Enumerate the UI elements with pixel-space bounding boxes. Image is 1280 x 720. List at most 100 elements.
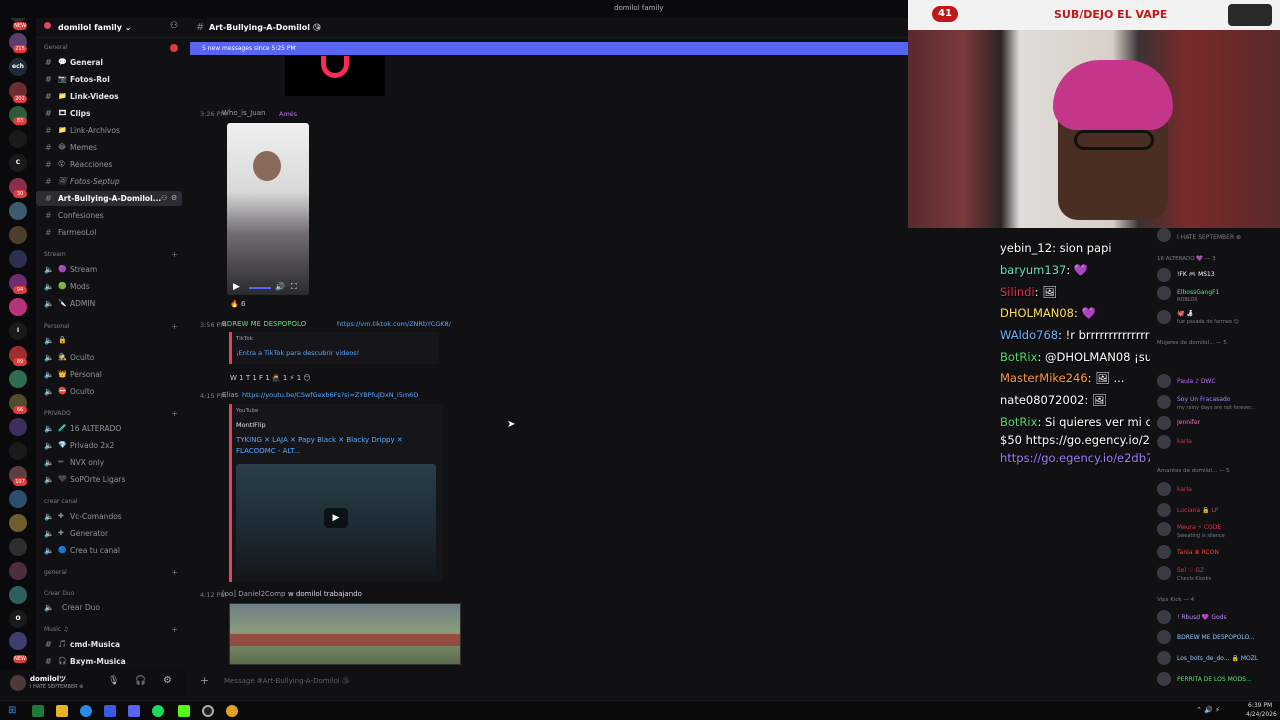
voice-channel-generator[interactable]: 🔈 ✚ Generator	[36, 526, 182, 541]
member-name[interactable]: Luciana 🔒 LP	[1177, 507, 1277, 514]
member-name[interactable]: PERRITA DE LOS MODS...	[1177, 676, 1277, 683]
server-icon[interactable]	[9, 298, 27, 316]
member-name[interactable]: Soy Un Fracasado	[1177, 396, 1277, 403]
microphone-icon[interactable]: 🎙	[108, 676, 119, 686]
system-tray-icons[interactable]: ⌃ 🔊 ⚡	[1196, 706, 1220, 714]
server-icon[interactable]: ech	[9, 58, 27, 76]
voice-channel-personal[interactable]: 🔈 👑 Personal	[36, 367, 182, 382]
voice-channel-alterado[interactable]: 🔈 🧪 16 ALTERADO	[36, 421, 182, 436]
voice-channel-vc-comandos[interactable]: 🔈 ✚ Vc-Comandos	[36, 509, 182, 524]
message-link[interactable]: https://vm.tiktok.com/ZNRbYCGK8/	[337, 320, 451, 328]
server-icon[interactable]	[9, 632, 27, 650]
message-author[interactable]: [oo] Daniel2Comp	[222, 590, 285, 598]
server-icon[interactable]	[9, 130, 27, 148]
server-header[interactable]: domilol family ⌄ ⚇	[36, 18, 186, 38]
member-name[interactable]: BDREW ME DESPOPOLO...	[1177, 634, 1277, 641]
voice-channel-oculto[interactable]: 🔈 🕵 Oculto	[36, 350, 182, 365]
category-crear-canal[interactable]: crear canal	[44, 498, 78, 505]
video-thumbnail[interactable]: ▶	[236, 464, 436, 576]
category-personal[interactable]: Personal	[44, 323, 70, 330]
server-icon[interactable]	[9, 442, 27, 460]
chrome-icon[interactable]	[226, 705, 238, 717]
taskbar-app-icon[interactable]	[104, 705, 116, 717]
member-name[interactable]: karla	[1177, 486, 1277, 493]
voice-channel-mods[interactable]: 🔈 🟢 Mods	[36, 279, 182, 294]
spotify-icon[interactable]	[152, 705, 164, 717]
avatar[interactable]	[1157, 435, 1171, 449]
server-icon[interactable]	[9, 202, 27, 220]
message-author[interactable]: Elias	[222, 391, 238, 399]
channel-reacciones[interactable]: # 😮 Reacciones	[36, 157, 182, 172]
avatar[interactable]	[1157, 268, 1171, 282]
server-icon[interactable]	[9, 250, 27, 268]
kick-icon[interactable]	[178, 705, 190, 717]
chat-text[interactable]: https://go.egency.io/e2db7588	[1000, 451, 1175, 465]
category-music[interactable]: Music ♫	[44, 626, 68, 633]
member-name[interactable]: Paula ♪ DWC	[1177, 378, 1277, 385]
member-name[interactable]: ! Rbusd 💜 Gods	[1177, 614, 1277, 621]
discord-icon[interactable]	[128, 705, 140, 717]
category-general[interactable]: General	[44, 44, 68, 51]
avatar[interactable]	[1157, 651, 1171, 665]
add-channel-icon[interactable]: +	[171, 322, 178, 331]
avatar[interactable]	[1157, 630, 1171, 644]
headphones-icon[interactable]: 🎧	[135, 676, 146, 686]
channel-confesiones[interactable]: # Confesiones	[36, 208, 182, 223]
voice-channel-crear-duo[interactable]: 🔈 Crear Duo	[36, 600, 182, 615]
member-name[interactable]: !FK 🎮 MS13	[1177, 271, 1277, 278]
message-link[interactable]: https://youtu.be/CSwfGexb6Fs?si=ZYBPfuJD…	[242, 391, 418, 399]
channel-cmd-musica[interactable]: # 🎵 cmd-Musica	[36, 637, 182, 652]
channel-bxym-musica[interactable]: # 🎧 Bxym-Musica	[36, 654, 182, 669]
avatar[interactable]	[1157, 416, 1171, 430]
embed-title[interactable]: ¡Entra a TikTok para descubrir videos!	[236, 349, 359, 357]
message-author[interactable]: Who_is_Juan	[222, 109, 265, 117]
channel-link-archivos[interactable]: # 📁 Link-Archivos	[36, 123, 182, 138]
play-icon[interactable]: ▶	[324, 508, 348, 528]
play-icon[interactable]: ▶	[233, 282, 240, 292]
server-icon[interactable]	[9, 370, 27, 388]
member-name[interactable]: 🐙 🍶	[1177, 310, 1277, 317]
reactions[interactable]: W 1 T 1 F 1 🥷 1 ⚡ 1 😶	[230, 374, 311, 382]
invite-icon[interactable]: ⚇	[161, 191, 167, 206]
avatar[interactable]	[1157, 286, 1171, 300]
voice-channel-privado[interactable]: 🔈 💎 Privado 2x2	[36, 438, 182, 453]
obs-icon[interactable]	[202, 705, 214, 717]
channel-link-videos[interactable]: # 📁 Link-Videos	[36, 89, 182, 104]
add-channel-icon[interactable]: +	[171, 409, 178, 418]
avatar[interactable]	[1157, 310, 1171, 324]
avatar[interactable]	[1157, 395, 1171, 409]
image-attachment[interactable]	[285, 56, 385, 96]
volume-icon[interactable]: 🔊	[275, 282, 285, 291]
voice-channel-stream[interactable]: 🔈 🟣 Stream	[36, 262, 182, 277]
voice-channel-locked[interactable]: 🔈 🔒	[36, 333, 182, 348]
embed-title[interactable]: TYKING ✕ LAJA ✕ Papy Black ✕ Blacky Drip…	[236, 435, 436, 457]
member-name[interactable]: ElbossGangF1	[1177, 289, 1277, 296]
channel-fotos-septup[interactable]: # 🖼 Fotos-Septup	[36, 174, 182, 189]
avatar[interactable]	[1157, 522, 1171, 536]
new-messages-banner[interactable]: 5 new messages since 5:25 PM	[190, 42, 908, 55]
channel-art-bullying[interactable]: # Art-Bullying-A-Domilol... ⚇ ⚙	[36, 191, 182, 206]
server-icon[interactable]: C	[9, 154, 27, 172]
windows-start-icon[interactable]: ⊞	[8, 705, 20, 717]
server-icon[interactable]: I	[9, 322, 27, 340]
fullscreen-icon[interactable]: ⛶	[291, 282, 297, 292]
file-explorer-icon[interactable]	[56, 705, 68, 717]
server-icon[interactable]	[9, 538, 27, 556]
member-name[interactable]: Jennifer	[1177, 419, 1277, 426]
avatar[interactable]	[1157, 545, 1171, 559]
avatar[interactable]	[1157, 374, 1171, 388]
voice-channel-crea-tu-canal[interactable]: 🔈 🔵 Crea tu canal	[36, 543, 182, 558]
server-icon[interactable]	[9, 586, 27, 604]
taskbar-app-icon[interactable]	[32, 705, 44, 717]
server-icon[interactable]	[9, 562, 27, 580]
server-icon[interactable]	[9, 490, 27, 508]
server-icon[interactable]	[9, 226, 27, 244]
avatar[interactable]	[1157, 482, 1171, 496]
channel-general[interactable]: # 💬 General	[36, 55, 182, 70]
avatar[interactable]	[10, 675, 26, 691]
gear-icon[interactable]: ⚙	[171, 191, 177, 206]
member-name[interactable]: Sol ♡ GZ	[1177, 567, 1277, 574]
voice-channel-soporte[interactable]: 🔈 🖤 SoPOrte Ligars	[36, 472, 182, 487]
message-composer[interactable]: + Message #Art-Bullying-A-Domilol 😘	[196, 672, 904, 692]
server-icon[interactable]	[9, 514, 27, 532]
